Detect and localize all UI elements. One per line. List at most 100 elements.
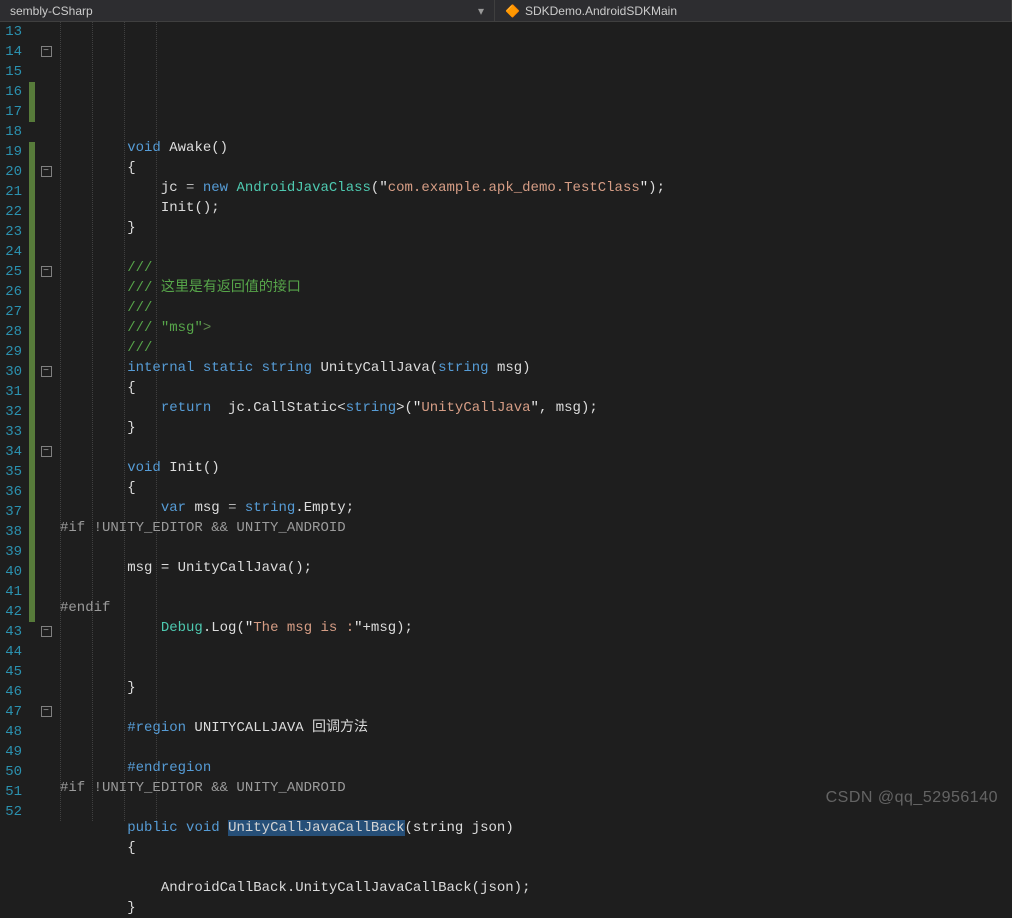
line-number: 16 bbox=[0, 82, 22, 102]
code-line[interactable]: void Init() bbox=[60, 458, 1012, 478]
code-line[interactable]: Debug.Log("The msg is :"+msg); bbox=[60, 618, 1012, 638]
change-marker bbox=[29, 582, 35, 602]
code-line[interactable]: #endregion bbox=[60, 758, 1012, 778]
change-marker bbox=[29, 142, 35, 162]
line-number: 47 bbox=[0, 702, 22, 722]
fold-cell: − bbox=[36, 262, 56, 282]
code-editor[interactable]: 1314151617181920212223242526272829303132… bbox=[0, 22, 1012, 821]
code-line[interactable]: msg = UnityCallJava(); bbox=[60, 558, 1012, 578]
fold-cell bbox=[36, 562, 56, 582]
fold-toggle-icon[interactable]: − bbox=[41, 46, 52, 57]
code-line[interactable] bbox=[60, 578, 1012, 598]
code-line[interactable]: /// "msg"> bbox=[60, 318, 1012, 338]
code-line[interactable] bbox=[60, 698, 1012, 718]
fold-cell: − bbox=[36, 442, 56, 462]
code-line[interactable]: /// 这里是有返回值的接口 bbox=[60, 278, 1012, 298]
change-marker bbox=[29, 62, 35, 82]
line-number: 42 bbox=[0, 602, 22, 622]
fold-cell: − bbox=[36, 362, 56, 382]
code-line[interactable] bbox=[60, 538, 1012, 558]
tab-class[interactable]: 🔶 SDKDemo.AndroidSDKMain bbox=[495, 0, 1012, 21]
change-marker bbox=[29, 642, 35, 662]
code-line[interactable]: return jc.CallStatic<string>("UnityCallJ… bbox=[60, 398, 1012, 418]
code-line[interactable]: } bbox=[60, 898, 1012, 918]
fold-cell bbox=[36, 482, 56, 502]
fold-toggle-icon[interactable]: − bbox=[41, 266, 52, 277]
code-line[interactable] bbox=[60, 118, 1012, 138]
code-line[interactable] bbox=[60, 238, 1012, 258]
fold-cell bbox=[36, 742, 56, 762]
code-line[interactable]: } bbox=[60, 678, 1012, 698]
code-line[interactable]: } bbox=[60, 218, 1012, 238]
code-line[interactable]: internal static string UnityCallJava(str… bbox=[60, 358, 1012, 378]
code-line[interactable] bbox=[60, 858, 1012, 878]
change-marker bbox=[29, 782, 35, 802]
line-number: 32 bbox=[0, 402, 22, 422]
code-line[interactable]: var msg = string.Empty; bbox=[60, 498, 1012, 518]
code-line[interactable]: jc = new AndroidJavaClass("com.example.a… bbox=[60, 178, 1012, 198]
change-indicator-gutter bbox=[28, 22, 36, 821]
code-line[interactable]: { bbox=[60, 478, 1012, 498]
change-marker bbox=[29, 382, 35, 402]
line-number: 30 bbox=[0, 362, 22, 382]
fold-toggle-icon[interactable]: − bbox=[41, 366, 52, 377]
fold-toggle-icon[interactable]: − bbox=[41, 166, 52, 177]
code-line[interactable]: /// bbox=[60, 298, 1012, 318]
fold-cell bbox=[36, 722, 56, 742]
line-number: 48 bbox=[0, 722, 22, 742]
code-area[interactable]: void Awake() { jc = new AndroidJavaClass… bbox=[56, 22, 1012, 821]
change-marker bbox=[29, 502, 35, 522]
code-line[interactable]: } bbox=[60, 418, 1012, 438]
code-line[interactable] bbox=[60, 658, 1012, 678]
code-line[interactable] bbox=[60, 438, 1012, 458]
line-number: 40 bbox=[0, 562, 22, 582]
line-number: 43 bbox=[0, 622, 22, 642]
chevron-down-icon[interactable]: ▾ bbox=[478, 4, 484, 18]
fold-cell: − bbox=[36, 42, 56, 62]
change-marker bbox=[29, 262, 35, 282]
fold-cell bbox=[36, 642, 56, 662]
change-marker bbox=[29, 162, 35, 182]
tab-assembly[interactable]: sembly-CSharp ▾ bbox=[0, 0, 495, 21]
code-line[interactable] bbox=[60, 738, 1012, 758]
code-line[interactable]: AndroidCallBack.UnityCallJavaCallBack(js… bbox=[60, 878, 1012, 898]
fold-cell: − bbox=[36, 622, 56, 642]
fold-cell bbox=[36, 762, 56, 782]
fold-cell bbox=[36, 522, 56, 542]
code-line[interactable]: #endif bbox=[60, 598, 1012, 618]
fold-cell bbox=[36, 782, 56, 802]
code-line[interactable]: { bbox=[60, 158, 1012, 178]
line-number: 15 bbox=[0, 62, 22, 82]
line-number: 31 bbox=[0, 382, 22, 402]
change-marker bbox=[29, 22, 35, 42]
line-number: 25 bbox=[0, 262, 22, 282]
code-line[interactable]: void Awake() bbox=[60, 138, 1012, 158]
line-number: 37 bbox=[0, 502, 22, 522]
change-marker bbox=[29, 602, 35, 622]
code-line[interactable]: { bbox=[60, 378, 1012, 398]
code-line[interactable] bbox=[60, 638, 1012, 658]
code-line[interactable]: { bbox=[60, 838, 1012, 858]
code-line[interactable]: public void UnityCallJavaCallBack(string… bbox=[60, 818, 1012, 838]
fold-cell bbox=[36, 62, 56, 82]
code-line[interactable]: /// bbox=[60, 258, 1012, 278]
change-marker bbox=[29, 702, 35, 722]
line-number: 14 bbox=[0, 42, 22, 62]
change-marker bbox=[29, 402, 35, 422]
code-line[interactable]: #if !UNITY_EDITOR && UNITY_ANDROID bbox=[60, 518, 1012, 538]
code-line[interactable]: Init(); bbox=[60, 198, 1012, 218]
fold-cell bbox=[36, 802, 56, 822]
code-line[interactable]: /// bbox=[60, 338, 1012, 358]
fold-cell bbox=[36, 402, 56, 422]
line-number: 45 bbox=[0, 662, 22, 682]
change-marker bbox=[29, 182, 35, 202]
fold-cell bbox=[36, 342, 56, 362]
code-line[interactable]: #region UNITYCALLJAVA 回调方法 bbox=[60, 718, 1012, 738]
fold-toggle-icon[interactable]: − bbox=[41, 626, 52, 637]
fold-toggle-icon[interactable]: − bbox=[41, 446, 52, 457]
line-number: 21 bbox=[0, 182, 22, 202]
change-marker bbox=[29, 222, 35, 242]
fold-cell bbox=[36, 682, 56, 702]
fold-toggle-icon[interactable]: − bbox=[41, 706, 52, 717]
change-marker bbox=[29, 742, 35, 762]
